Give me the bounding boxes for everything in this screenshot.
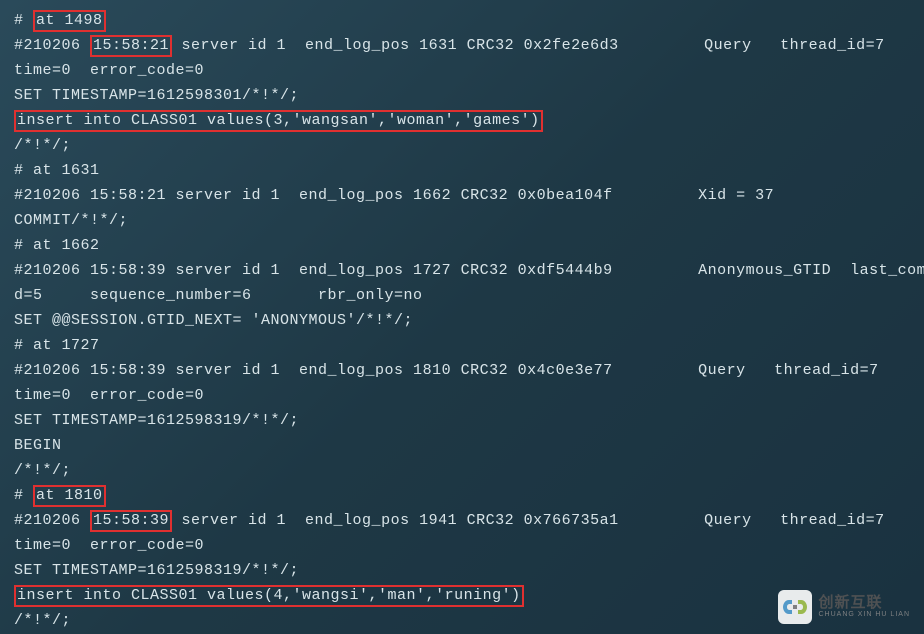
terminal-line: SET TIMESTAMP=1612598301/*!*/; [14,83,910,108]
terminal-line: insert into CLASS01 values(4,'wangsi','m… [14,583,910,608]
highlight-box: at 1810 [33,485,106,507]
watermark-cn: 创新互联 [818,595,910,611]
terminal-text: # [14,12,33,29]
highlight-box: 15:58:21 [90,35,172,57]
terminal-line: # at 1727 [14,333,910,358]
terminal-text: # [14,487,33,504]
highlight-box: insert into CLASS01 values(3,'wangsan','… [14,110,543,132]
watermark-en: CHUANG XIN HU LIAN [818,611,910,618]
terminal-text: #210206 [14,37,90,54]
terminal-line: d=5 sequence_number=6 rbr_only=no [14,283,910,308]
highlight-box: 15:58:39 [90,510,172,532]
terminal-line: BEGIN [14,433,910,458]
terminal-line: time=0 error_code=0 [14,58,910,83]
terminal-line: SET TIMESTAMP=1612598319/*!*/; [14,408,910,433]
terminal-line: /*!*/; [14,458,910,483]
terminal-line: # at 1810 [14,483,910,508]
terminal-text: server id 1 end_log_pos 1631 CRC32 0x2fe… [172,37,924,54]
terminal-line: /*!*/; [14,133,910,158]
terminal-line: # at 1631 [14,158,910,183]
watermark-logo-mark [778,590,812,624]
terminal-line: time=0 error_code=0 [14,533,910,558]
terminal-text: #210206 [14,512,90,529]
terminal-text: server id 1 end_log_pos 1941 CRC32 0x766… [172,512,924,529]
terminal-line: # at 1498 [14,8,910,33]
terminal-line: #210206 15:58:21 server id 1 end_log_pos… [14,33,910,58]
terminal-line: insert into CLASS01 values(3,'wangsan','… [14,108,910,133]
highlight-box: at 1498 [33,10,106,32]
highlight-box: insert into CLASS01 values(4,'wangsi','m… [14,585,524,607]
terminal-line: #210206 15:58:39 server id 1 end_log_pos… [14,258,910,283]
terminal-line: time=0 error_code=0 [14,383,910,408]
terminal-line: #210206 15:58:39 server id 1 end_log_pos… [14,358,910,383]
terminal-output: # at 1498#210206 15:58:21 server id 1 en… [14,8,910,633]
terminal-line: #210206 15:58:39 server id 1 end_log_pos… [14,508,910,533]
terminal-line: # at 1662 [14,233,910,258]
terminal-line: COMMIT/*!*/; [14,208,910,233]
terminal-line: /*!*/; [14,608,910,633]
terminal-line: SET TIMESTAMP=1612598319/*!*/; [14,558,910,583]
terminal-line: SET @@SESSION.GTID_NEXT= 'ANONYMOUS'/*!*… [14,308,910,333]
terminal-line: #210206 15:58:21 server id 1 end_log_pos… [14,183,910,208]
watermark-logo: 创新互联 CHUANG XIN HU LIAN [778,590,910,624]
watermark-text: 创新互联 CHUANG XIN HU LIAN [818,595,910,618]
